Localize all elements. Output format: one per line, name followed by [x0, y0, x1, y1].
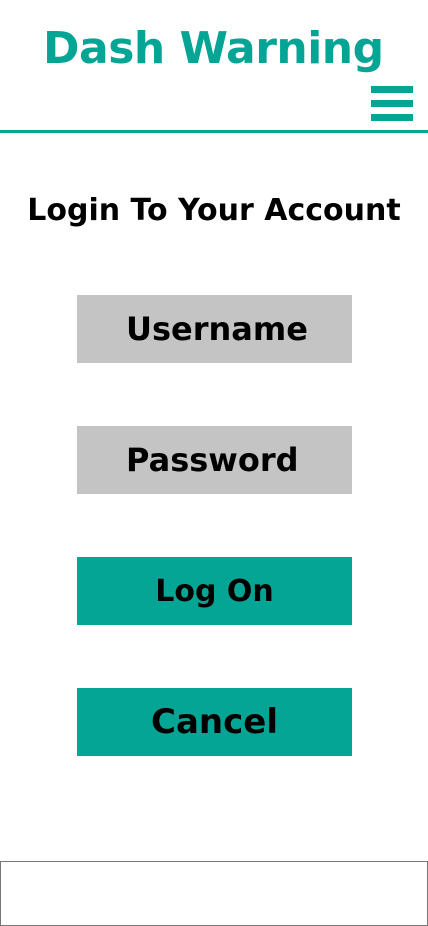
log-on-button[interactable]: Log On: [77, 557, 352, 625]
login-heading: Login To Your Account: [27, 193, 401, 228]
menu-icon-bar: [371, 114, 413, 121]
username-input[interactable]: [77, 295, 352, 363]
password-input[interactable]: [77, 426, 352, 494]
footer-bar: [0, 861, 428, 926]
app-title: Dash Warning: [43, 23, 384, 74]
menu-icon-bar: [371, 86, 413, 93]
menu-icon-bar: [371, 100, 413, 107]
header-divider: [0, 130, 428, 133]
hamburger-menu-icon[interactable]: [371, 86, 413, 122]
cancel-button[interactable]: Cancel: [77, 688, 352, 756]
